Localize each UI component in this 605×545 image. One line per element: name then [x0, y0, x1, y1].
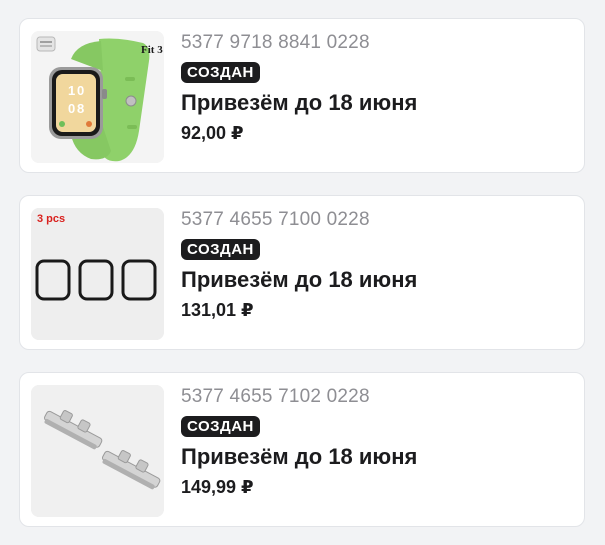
order-info: 5377 4655 7102 0228 СОЗДАН Привезём до 1…: [181, 385, 574, 498]
svg-text:1: 1: [68, 83, 75, 98]
order-price: 131,01 ₽: [181, 300, 254, 320]
order-info: 5377 4655 7100 0228 СОЗДАН Привезём до 1…: [181, 208, 574, 321]
thumb-label: Fit 3: [141, 44, 163, 56]
order-card[interactable]: 5377 4655 7102 0228 СОЗДАН Привезём до 1…: [19, 372, 585, 527]
order-price: 149,99 ₽: [181, 477, 254, 497]
svg-text:0: 0: [68, 101, 75, 116]
package-icon: [36, 36, 56, 52]
metal-strap-connectors-icon: [31, 385, 164, 517]
svg-text:8: 8: [77, 101, 84, 116]
svg-text:0: 0: [77, 83, 84, 98]
status-badge: СОЗДАН: [181, 62, 260, 83]
product-thumbnail[interactable]: 1 0 0 8 Fit 3: [31, 31, 164, 163]
order-card[interactable]: 1 0 0 8 Fit 3 5377 9718 8841 0228 СОЗДАН…: [19, 18, 585, 173]
product-thumbnail[interactable]: 3 pcs: [31, 208, 164, 340]
delivery-date: Привезём до 18 июня: [181, 267, 418, 292]
delivery-date: Привезём до 18 июня: [181, 444, 418, 469]
order-number: 5377 4655 7100 0228: [181, 209, 370, 230]
smartwatch-icon: 1 0 0 8 Fit 3: [31, 31, 164, 163]
delivery-date: Привезём до 18 июня: [181, 90, 418, 115]
order-number: 5377 4655 7102 0228: [181, 386, 370, 407]
thumb-label: 3 pcs: [37, 213, 65, 225]
order-price: 92,00 ₽: [181, 123, 244, 143]
order-card[interactable]: 3 pcs 5377 4655 7100 0228 СОЗДАН Привезё…: [19, 195, 585, 350]
screen-protectors-icon: 3 pcs: [31, 208, 164, 340]
order-info: 5377 9718 8841 0228 СОЗДАН Привезём до 1…: [181, 31, 574, 144]
status-badge: СОЗДАН: [181, 239, 260, 260]
product-thumbnail[interactable]: [31, 385, 164, 517]
status-badge: СОЗДАН: [181, 416, 260, 437]
order-number: 5377 9718 8841 0228: [181, 32, 370, 53]
order-list: 1 0 0 8 Fit 3 5377 9718 8841 0228 СОЗДАН…: [0, 0, 605, 545]
